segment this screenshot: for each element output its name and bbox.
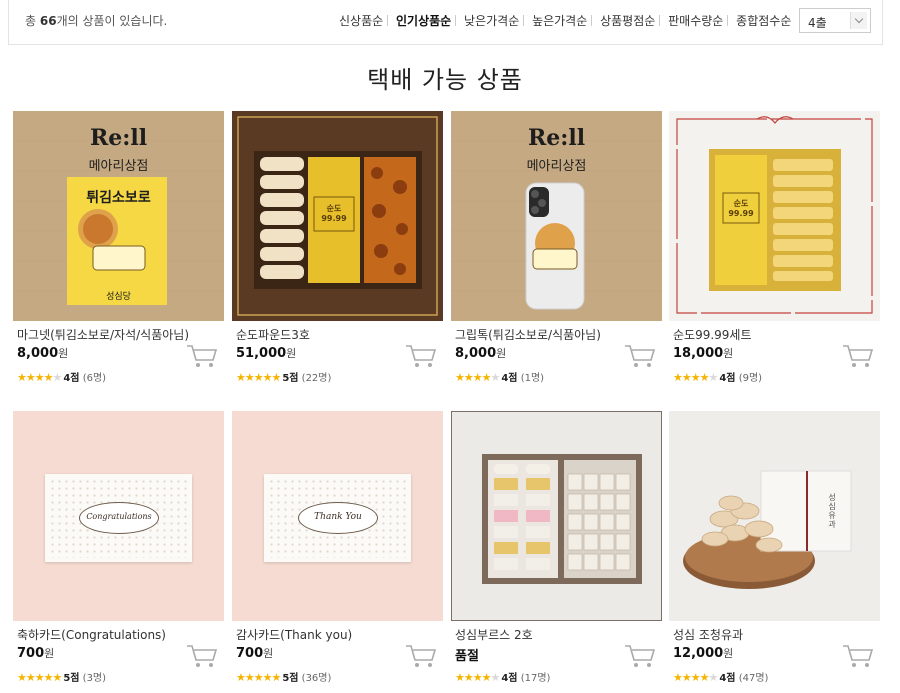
greeting-card: Congratulations — [45, 474, 192, 562]
product-price: 12,000원 — [673, 646, 734, 661]
product-rating: ★★★★★ 4점 (47명) — [673, 671, 769, 684]
card-label: Thank You — [298, 502, 378, 534]
product-card[interactable]: 순도 99.99 순도99.99세트 18,000원 ★★★★★ 4점 (9명) — [669, 111, 880, 393]
product-rating: ★★★★★ 5점 (36명) — [236, 671, 332, 684]
product-image[interactable]: Re:ll 메아리상점 — [451, 111, 662, 321]
cart-icon[interactable] — [624, 343, 656, 369]
product-rating: ★★★★★ 4점 (6명) — [17, 371, 107, 384]
product-image[interactable]: 성심유과 — [669, 411, 880, 621]
product-price: 700원 — [17, 646, 55, 661]
brand-logo: Re:ll — [89, 125, 148, 151]
soldout-badge: 품절 — [455, 649, 479, 664]
chevron-down-icon — [850, 12, 867, 29]
cart-icon[interactable] — [624, 643, 656, 669]
shop-name: 메아리상점 — [88, 159, 149, 174]
shop-name: 메아리상점 — [526, 159, 587, 174]
columns-select-value: 4출 — [808, 16, 827, 30]
divider — [455, 15, 457, 26]
columns-select[interactable]: 4출 — [799, 8, 871, 33]
star-rating-icon: ★★★★★ — [236, 371, 281, 384]
divider — [591, 15, 593, 26]
product-image[interactable]: 순도 99.99 — [232, 111, 443, 321]
star-rating-icon: ★★★★★ — [455, 371, 500, 384]
product-card[interactable]: Re:ll 메아리상점 튀김소보로 성심당 마그넷(튀김소보로/자석/식품아님)… — [13, 111, 224, 393]
cart-icon[interactable] — [842, 343, 874, 369]
star-rating-icon: ★★★★★ — [673, 371, 718, 384]
product-card[interactable]: 순도 99.99 순도파운드3호 51,000원 ★★★★★ 5점 (22명) — [232, 111, 443, 393]
package-label: 순도 99.99 — [321, 204, 347, 223]
product-name[interactable]: 축하카드(Congratulations) — [17, 626, 166, 643]
product-price: 51,000원 — [236, 346, 297, 361]
product-name[interactable]: 그립톡(튀김소보로/식품아님) — [455, 326, 601, 343]
cart-icon[interactable] — [186, 643, 218, 669]
product-rating: ★★★★★ 4점 (1명) — [455, 371, 545, 384]
sort-price-low[interactable]: 낮은가격순 — [464, 14, 519, 28]
sort-overall[interactable]: 종합점수순 — [736, 14, 791, 28]
divider — [387, 15, 389, 26]
star-rating-icon: ★★★★★ — [455, 671, 500, 684]
box-label: 성심유과 — [828, 493, 836, 529]
package-label: 순도 99.99 — [728, 199, 754, 218]
product-card[interactable]: Re:ll 메아리상점 그립톡(튀김소보로/식품아님) 8,000원 ★★★★★… — [451, 111, 662, 393]
sort-options: 신상품순 인기상품순 낮은가격순 높은가격순 상품평점순 판매수량순 종합점수순 — [339, 12, 791, 29]
product-name[interactable]: 순도99.99세트 — [673, 326, 752, 343]
brand-logo: Re:ll — [527, 125, 586, 151]
divider — [659, 15, 661, 26]
divider — [727, 15, 729, 26]
product-list-toolbar: 총 66개의 상품이 있습니다. 신상품순 인기상품순 낮은가격순 높은가격순 … — [8, 0, 883, 45]
cart-icon[interactable] — [405, 343, 437, 369]
brand-name: 성심당 — [106, 292, 131, 302]
product-price: 8,000원 — [455, 346, 507, 361]
product-name[interactable]: 성심부르스 2호 — [455, 626, 533, 643]
product-name[interactable]: 감사카드(Thank you) — [236, 626, 352, 643]
product-name[interactable]: 순도파운드3호 — [236, 326, 310, 343]
cart-icon[interactable] — [405, 643, 437, 669]
sort-price-high[interactable]: 높은가격순 — [532, 14, 587, 28]
product-price: 8,000원 — [17, 346, 69, 361]
product-image[interactable] — [451, 411, 662, 621]
product-card[interactable]: 성심부르스 2호 품절 ★★★★★ 4점 (17명) — [451, 411, 662, 693]
product-count: 총 66개의 상품이 있습니다. — [25, 14, 168, 28]
product-image[interactable]: Congratulations — [13, 411, 224, 621]
product-rating: ★★★★★ 4점 (17명) — [455, 671, 551, 684]
greeting-card: Thank You — [264, 474, 411, 562]
product-card[interactable]: Congratulations 축하카드(Congratulations) 70… — [13, 411, 224, 693]
product-image[interactable]: 순도 99.99 — [669, 111, 880, 321]
star-rating-icon: ★★★★★ — [236, 671, 281, 684]
product-price: 700원 — [236, 646, 274, 661]
product-image[interactable]: Re:ll 메아리상점 튀김소보로 성심당 — [13, 111, 224, 321]
product-name[interactable]: 마그넷(튀김소보로/자석/식품아님) — [17, 326, 189, 343]
sort-newest[interactable]: 신상품순 — [339, 14, 383, 28]
product-card[interactable]: 성심유과 성심 조청유과 12,000원 ★★★★★ 4점 (47명) — [669, 411, 880, 693]
star-rating-icon: ★★★★★ — [17, 671, 62, 684]
product-rating: ★★★★★ 4점 (9명) — [673, 371, 763, 384]
sort-sales[interactable]: 판매수량순 — [668, 14, 723, 28]
sort-popular[interactable]: 인기상품순 — [396, 14, 451, 28]
cart-icon[interactable] — [186, 343, 218, 369]
cart-icon[interactable] — [842, 643, 874, 669]
star-rating-icon: ★★★★★ — [17, 371, 62, 384]
product-card[interactable]: Thank You 감사카드(Thank you) 700원 ★★★★★ 5점 (… — [232, 411, 443, 693]
product-rating: ★★★★★ 5점 (22명) — [236, 371, 332, 384]
product-image[interactable]: Thank You — [232, 411, 443, 621]
section-title: 택배 가능 상품 — [367, 66, 523, 94]
product-label: 튀김소보로 — [86, 190, 151, 206]
product-price: 18,000원 — [673, 346, 734, 361]
star-rating-icon: ★★★★★ — [673, 671, 718, 684]
card-label: Congratulations — [79, 502, 159, 534]
product-name[interactable]: 성심 조청유과 — [673, 626, 743, 643]
divider — [523, 15, 525, 26]
product-rating: ★★★★★ 5점 (3명) — [17, 671, 107, 684]
sort-rating[interactable]: 상품평점순 — [600, 14, 655, 28]
